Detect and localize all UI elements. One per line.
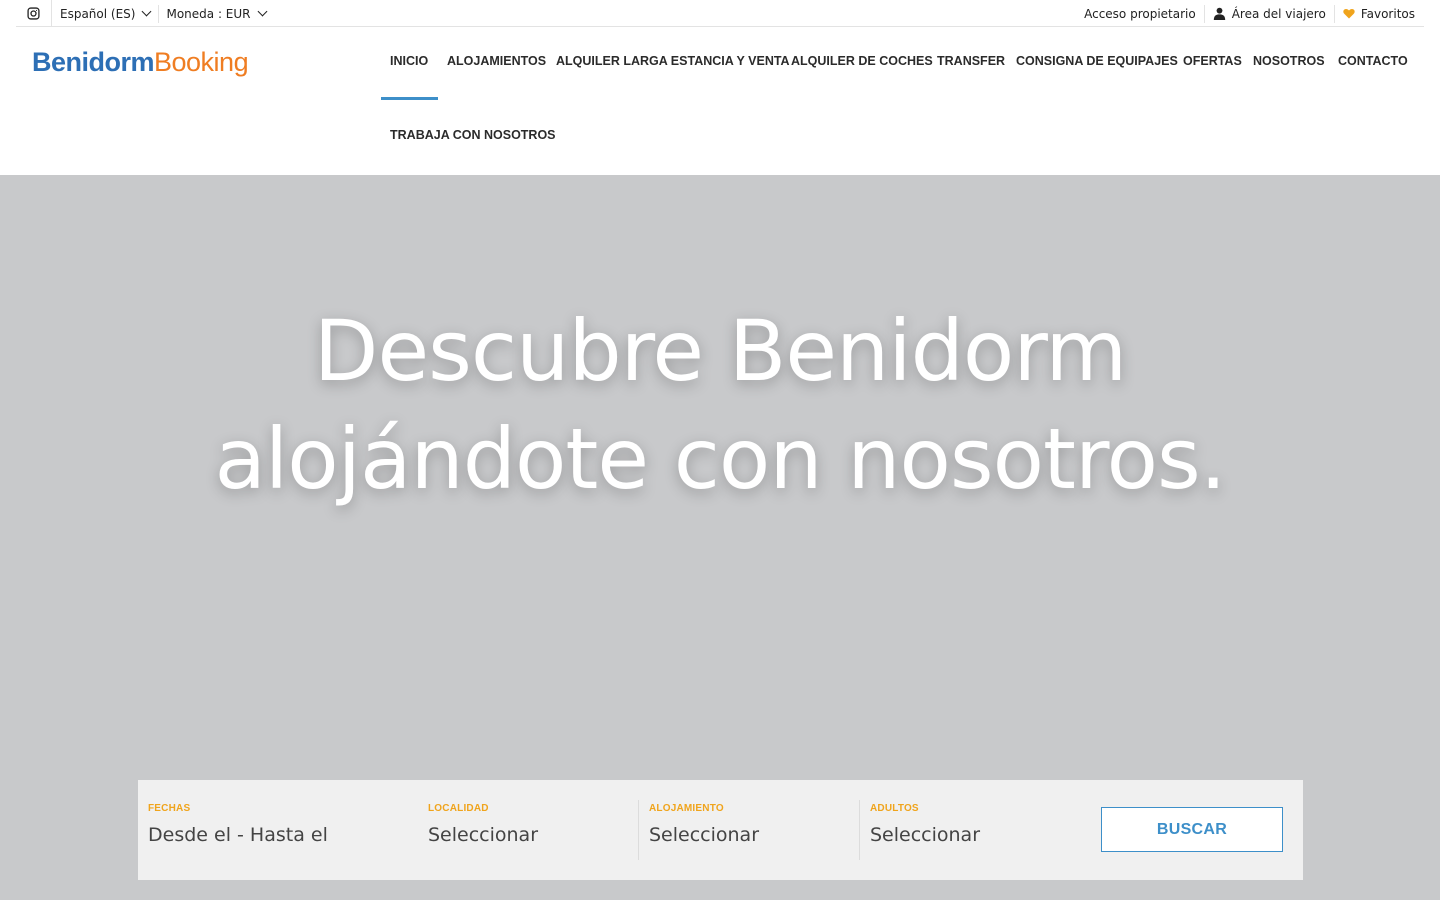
- adults-label: ADULTOS: [870, 803, 919, 814]
- dates-value: Desde el - Hasta el: [148, 824, 328, 846]
- owner-access-link[interactable]: Acceso propietario: [1076, 5, 1204, 23]
- adults-value: Seleccionar: [870, 824, 981, 846]
- accommodation-value: Seleccionar: [649, 824, 760, 846]
- nav-item-contacto[interactable]: CONTACTO: [1338, 54, 1408, 68]
- traveler-area-link[interactable]: Área del viajero: [1203, 4, 1334, 23]
- hero-title: Descubre Benidorm alojándote con nosotro…: [0, 297, 1440, 513]
- nav-item-trabaja-con-nosotros[interactable]: TRABAJA CON NOSOTROS: [390, 128, 556, 142]
- language-selector[interactable]: Español (ES): [52, 5, 158, 23]
- nav-item-nosotros[interactable]: NOSOTROS: [1253, 54, 1325, 68]
- nav-item-alquiler-coches[interactable]: ALQUILER DE COCHES: [791, 54, 933, 68]
- location-value: Seleccionar: [428, 824, 539, 846]
- top-bar-left: Español (ES) Moneda : EUR: [16, 0, 274, 27]
- heart-icon: [1343, 8, 1355, 19]
- field-divider: [638, 800, 639, 860]
- logo-part-benidorm: Benidorm: [32, 47, 155, 77]
- dates-field[interactable]: FECHAS Desde el - Hasta el: [148, 800, 408, 860]
- nav-item-alojamientos[interactable]: ALOJAMIENTOS: [447, 54, 546, 68]
- top-bar-right: Acceso propietario Área del viajero Favo…: [1076, 0, 1424, 27]
- dates-label: FECHAS: [148, 803, 191, 814]
- nav-item-transfer[interactable]: TRANSFER: [937, 54, 1005, 68]
- search-button[interactable]: BUSCAR: [1101, 807, 1283, 852]
- hero-section: Descubre Benidorm alojándote con nosotro…: [0, 175, 1440, 900]
- instagram-icon[interactable]: [16, 0, 52, 27]
- logo-part-booking: Booking: [154, 47, 249, 77]
- traveler-area-label: Área del viajero: [1231, 6, 1326, 21]
- accommodation-label: ALOJAMIENTO: [649, 803, 724, 814]
- site-logo[interactable]: BenidormBooking: [32, 47, 249, 78]
- nav-item-alquiler-larga-estancia[interactable]: ALQUILER LARGA ESTANCIA Y VENTA: [556, 54, 790, 68]
- search-box: FECHAS Desde el - Hasta el LOCALIDAD Sel…: [138, 780, 1303, 880]
- nav-item-consigna-equipajes[interactable]: CONSIGNA DE EQUIPAJES: [1016, 54, 1178, 68]
- accommodation-field[interactable]: ALOJAMIENTO Seleccionar: [649, 800, 849, 860]
- favorites-link[interactable]: Favoritos: [1333, 4, 1424, 23]
- field-divider: [859, 800, 860, 860]
- currency-label: Moneda : EUR: [166, 6, 251, 21]
- location-field[interactable]: LOCALIDAD Seleccionar: [428, 800, 628, 860]
- user-icon: [1213, 7, 1226, 20]
- location-label: LOCALIDAD: [428, 803, 489, 814]
- language-label: Español (ES): [60, 6, 136, 21]
- hero-title-line-2: alojándote con nosotros.: [214, 410, 1226, 508]
- favorites-label: Favoritos: [1360, 6, 1415, 21]
- chevron-down-icon: [257, 6, 267, 17]
- currency-selector[interactable]: Moneda : EUR: [158, 4, 273, 23]
- chevron-down-icon: [142, 6, 152, 17]
- top-utility-bar: Español (ES) Moneda : EUR Acceso propiet…: [16, 0, 1424, 27]
- nav-item-inicio[interactable]: INICIO: [390, 54, 428, 68]
- nav-item-ofertas[interactable]: OFERTAS: [1183, 54, 1242, 68]
- hero-title-line-1: Descubre Benidorm: [313, 302, 1127, 400]
- adults-field[interactable]: ADULTOS Seleccionar: [870, 800, 1070, 860]
- nav-active-indicator: [381, 97, 438, 100]
